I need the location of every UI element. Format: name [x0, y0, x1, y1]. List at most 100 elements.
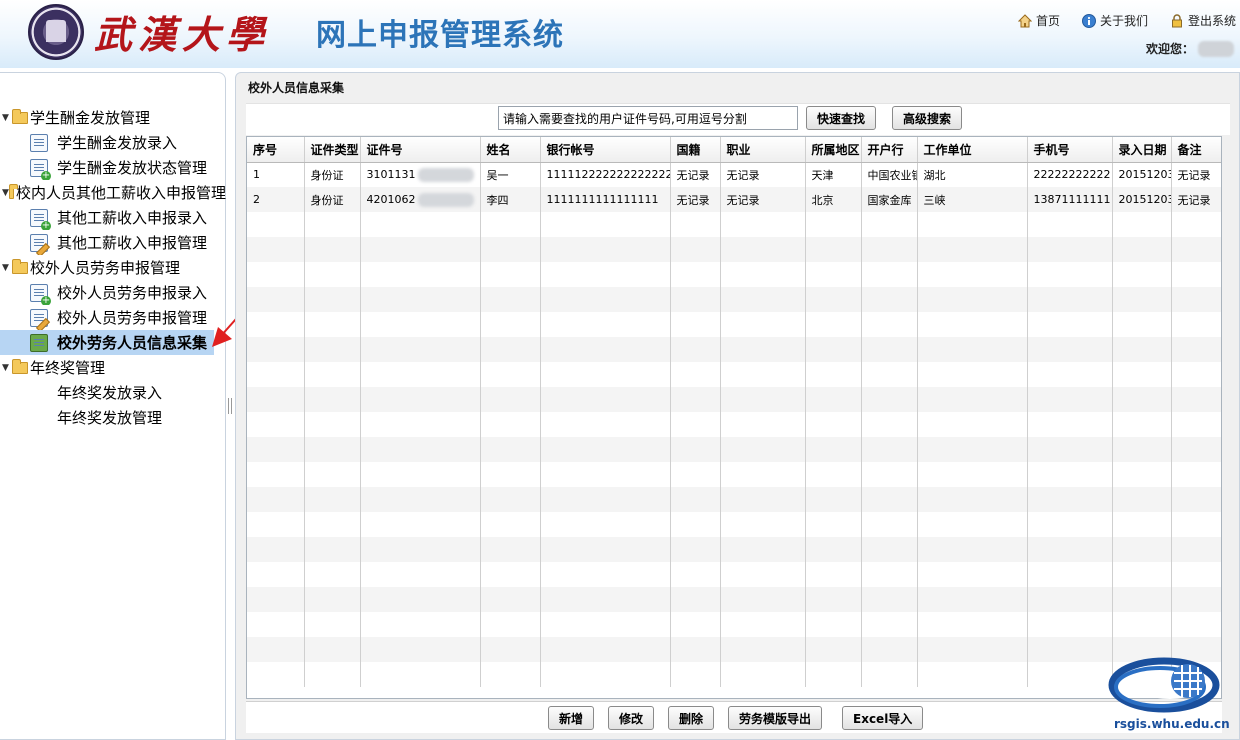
table-cell: 20151203: [1112, 162, 1172, 187]
table-cell: [720, 512, 806, 537]
search-input[interactable]: [498, 106, 798, 130]
col-header[interactable]: 手机号: [1027, 137, 1113, 163]
collapse-triangle-icon[interactable]: ▼: [2, 188, 9, 198]
empty-table-row: [247, 537, 1221, 562]
table-cell: [917, 262, 1028, 287]
table-cell: [1027, 637, 1113, 662]
col-header[interactable]: 姓名: [480, 137, 541, 163]
table-cell: [861, 612, 918, 637]
about-link-label: 关于我们: [1099, 14, 1148, 28]
table-cell: [304, 612, 361, 637]
table-cell: [1027, 312, 1113, 337]
col-header[interactable]: 开户行: [861, 137, 918, 163]
nav-group-internal-income[interactable]: ▼ 校内人员其他工薪收入申报管理: [0, 180, 226, 205]
table-cell: [1112, 287, 1172, 312]
table-cell: 北京: [805, 187, 862, 212]
main-panel: 校外人员信息采集 快速查找 高级搜索 序号 证件类型 证件号 姓名 银行帐号 国…: [235, 72, 1240, 740]
table-cell: [360, 362, 481, 387]
table-cell: [720, 662, 806, 687]
col-header[interactable]: 序号: [247, 137, 305, 163]
logout-link[interactable]: 登出系统: [1170, 12, 1236, 29]
table-cell: [720, 562, 806, 587]
table-cell: [247, 287, 305, 312]
table-header-row: 序号 证件类型 证件号 姓名 银行帐号 国籍 职业 所属地区 开户行 工作单位 …: [247, 137, 1221, 163]
table-cell: [670, 437, 721, 462]
empty-table-row: [247, 387, 1221, 412]
table-cell: [670, 312, 721, 337]
table-cell: [670, 287, 721, 312]
collapse-triangle-icon[interactable]: ▼: [2, 263, 12, 273]
table-cell: [360, 612, 481, 637]
nav-group-year-end-bonus[interactable]: ▼ 年终奖管理: [0, 355, 226, 380]
col-header[interactable]: 工作单位: [917, 137, 1028, 163]
edit-button[interactable]: 修改: [608, 706, 655, 730]
quick-search-button[interactable]: 快速查找: [806, 106, 877, 130]
table-cell: [304, 562, 361, 587]
nav-item-other-income-entry[interactable]: 其他工薪收入申报录入: [0, 205, 226, 230]
panel-splitter-handle[interactable]: [228, 398, 232, 414]
table-cell: [247, 262, 305, 287]
delete-button[interactable]: 删除: [668, 706, 715, 730]
table-cell: [861, 287, 918, 312]
collapse-triangle-icon[interactable]: ▼: [2, 113, 12, 123]
table-cell: [1171, 362, 1221, 387]
nav-item-student-pay-status[interactable]: 学生酬金发放状态管理: [0, 155, 226, 180]
table-cell: [917, 212, 1028, 237]
advanced-search-button[interactable]: 高级搜索: [892, 106, 963, 130]
table-cell: [304, 237, 361, 262]
nav-item-bonus-entry[interactable]: 年终奖发放录入: [0, 380, 226, 405]
table-cell: [670, 362, 721, 387]
table-cell: [360, 412, 481, 437]
col-header[interactable]: 国籍: [670, 137, 721, 163]
collapse-triangle-icon[interactable]: ▼: [2, 363, 12, 373]
export-template-button[interactable]: 劳务模版导出: [728, 706, 823, 730]
table-cell: [917, 487, 1028, 512]
col-header[interactable]: 证件类型: [304, 137, 361, 163]
table-cell: [917, 237, 1028, 262]
table-cell: [480, 562, 541, 587]
table-cell: [670, 262, 721, 287]
redacted-blur: [417, 192, 474, 207]
empty-table-row: [247, 337, 1221, 362]
folder-icon: [8, 183, 19, 199]
table-cell: [720, 237, 806, 262]
table-cell: [304, 312, 361, 337]
table-cell: [720, 362, 806, 387]
table-cell: [805, 362, 862, 387]
table-cell: [917, 637, 1028, 662]
col-header[interactable]: 职业: [720, 137, 806, 163]
table-cell: [917, 362, 1028, 387]
add-button[interactable]: 新增: [548, 706, 595, 730]
empty-table-row: [247, 262, 1221, 287]
table-cell: [720, 437, 806, 462]
col-header[interactable]: 所属地区: [805, 137, 862, 163]
col-header[interactable]: 证件号: [360, 137, 481, 163]
nav-item-external-labor-entry[interactable]: 校外人员劳务申报录入: [0, 280, 226, 305]
col-header[interactable]: 备注: [1171, 137, 1221, 163]
table-cell: [360, 437, 481, 462]
col-header[interactable]: 录入日期: [1112, 137, 1172, 163]
nav-item-bonus-manage[interactable]: 年终奖发放管理: [0, 405, 226, 430]
nav-item-other-income-manage[interactable]: 其他工薪收入申报管理: [0, 230, 226, 255]
nav-item-external-labor-manage[interactable]: 校外人员劳务申报管理: [0, 305, 226, 330]
table-cell: [360, 662, 481, 687]
table-cell: [670, 512, 721, 537]
nav-item-student-pay-entry[interactable]: 学生酬金发放录入: [0, 130, 226, 155]
table-cell: [1027, 537, 1113, 562]
table-cell: 吴一: [480, 162, 541, 187]
nav-group-external-labor[interactable]: ▼ 校外人员劳务申报管理: [0, 255, 226, 280]
table-row[interactable]: 1 身份证 3101131 吴一 111112222222222222 无记录 …: [247, 162, 1221, 187]
table-cell: [1112, 337, 1172, 362]
nav-group-student-pay[interactable]: ▼ 学生酬金发放管理: [0, 105, 226, 130]
col-header[interactable]: 银行帐号: [540, 137, 671, 163]
table-row[interactable]: 2 身份证 4201062 李四 1111111111111111 无记录 无记…: [247, 187, 1221, 212]
table-cell: [1112, 362, 1172, 387]
table-cell: [720, 637, 806, 662]
home-link[interactable]: 首页: [1017, 12, 1060, 29]
about-link[interactable]: 关于我们: [1081, 12, 1148, 29]
table-cell: [861, 637, 918, 662]
nav-item-external-info-collect[interactable]: 校外劳务人员信息采集: [0, 330, 214, 355]
empty-table-row: [247, 637, 1221, 662]
excel-import-button[interactable]: Excel导入: [842, 706, 924, 730]
table-cell: [670, 637, 721, 662]
